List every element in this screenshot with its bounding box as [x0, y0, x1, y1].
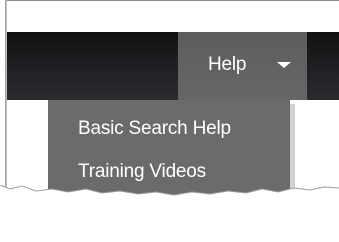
menu-item-basic-search-help[interactable]: Basic Search Help [78, 118, 231, 140]
torn-paper-edge [0, 185, 339, 242]
menu-item-training-videos[interactable]: Training Videos [78, 161, 206, 183]
frame-top-border [5, 0, 339, 1]
screenshot-stage: Help Basic Search Help Training Videos [0, 0, 339, 242]
chevron-down-icon[interactable] [277, 62, 291, 68]
help-menu-label[interactable]: Help [208, 54, 246, 76]
